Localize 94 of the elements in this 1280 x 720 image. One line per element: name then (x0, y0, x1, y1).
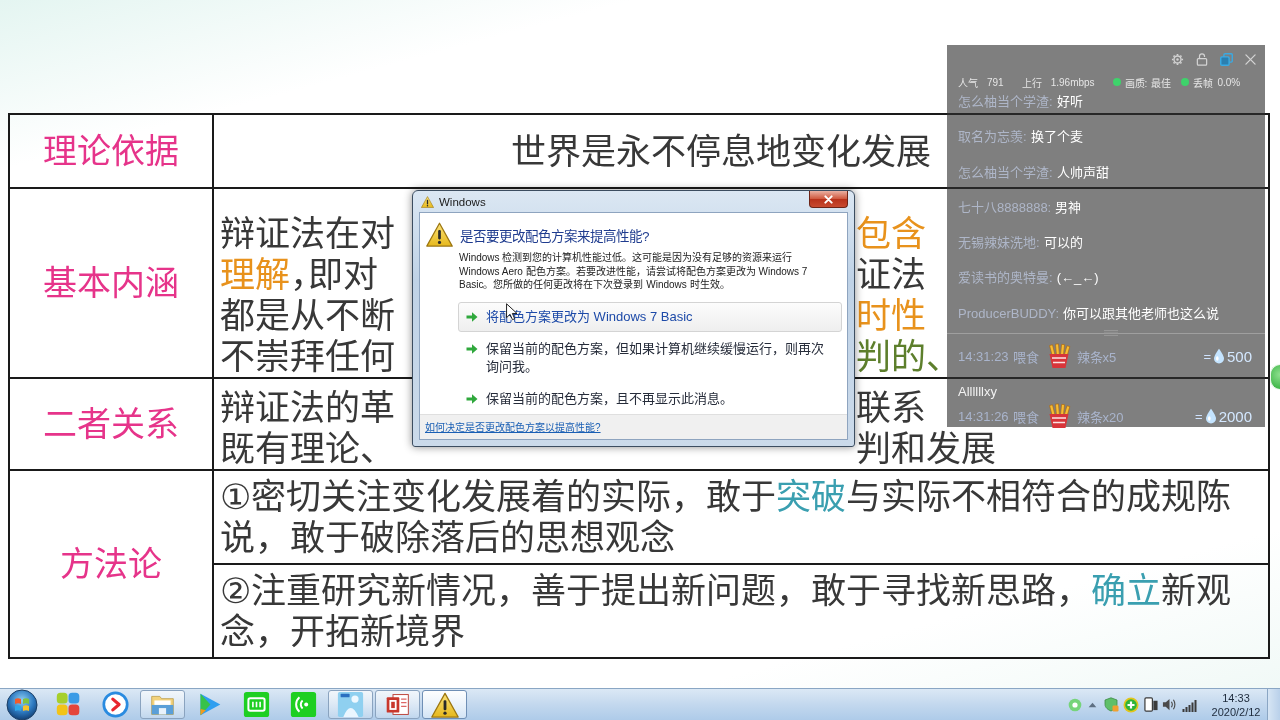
close-icon[interactable] (1245, 54, 1256, 65)
chat-username: 怎么柚当个学渣: (958, 94, 1053, 109)
taskbar-button[interactable] (422, 690, 467, 719)
row-label: 理论依据 (43, 131, 179, 171)
stat-label: 人气 (958, 76, 978, 90)
up-arrow-icon[interactable] (1088, 701, 1097, 708)
windows-orb-icon (6, 688, 38, 720)
chat-message: 你可以跟其他老师也这么说 (1063, 305, 1220, 321)
rounded-squares-icon (55, 691, 82, 718)
taskbar-button[interactable] (375, 690, 420, 719)
cell-text: 判和发展 (856, 428, 996, 469)
warning-icon (430, 691, 459, 718)
row-label: 二者关系 (43, 404, 179, 444)
gift-action: 喂食 (1012, 408, 1039, 426)
cell-text: 都是从不断 (220, 295, 395, 336)
chat-message: 换了个麦 (1030, 129, 1083, 145)
chat-username: 爱读书的奥特曼: (958, 270, 1053, 286)
cell-text: 证法 (856, 254, 926, 295)
chat-message: 可以的 (1043, 235, 1083, 251)
gift-name: 辣条x5 (1076, 348, 1117, 366)
stat-value: 最佳 (1151, 76, 1172, 90)
chat-username: ProducerBUDDY: (958, 305, 1060, 321)
row-label: 基本内涵 (43, 263, 179, 303)
show-desktop-button[interactable] (1267, 689, 1280, 720)
gift-action: 喂食 (1012, 348, 1039, 366)
stat-value: 0.0% (1217, 76, 1241, 88)
speaker-icon[interactable] (1162, 697, 1177, 712)
grip-icon[interactable] (1104, 330, 1118, 337)
ring-icon[interactable] (1067, 697, 1082, 712)
cell-text: 世界是永不停息地变化发展 (511, 130, 931, 172)
stat-label: 丢帧 (1193, 76, 1214, 90)
padlock-icon[interactable] (1196, 53, 1208, 66)
arrow-icon (466, 392, 478, 405)
stat-label: 上行 (1021, 76, 1042, 90)
chat-username: 怎么柚当个学渣: (958, 164, 1053, 180)
play-disc-icon (102, 691, 129, 718)
overlapping-squares-icon[interactable] (1220, 53, 1233, 66)
fries-icon (1046, 343, 1071, 370)
fries-icon (1046, 403, 1071, 430)
droplet-icon (1204, 408, 1217, 425)
window-title: Windows (439, 195, 486, 208)
equals-sign: = (1195, 408, 1203, 424)
warning-icon (426, 222, 453, 247)
cell-text: 判的、 (856, 336, 944, 377)
close-icon (824, 194, 833, 204)
signal-bars-icon[interactable] (1181, 697, 1197, 712)
help-link[interactable]: 如何决定是否更改配色方案以提高性能? (425, 419, 601, 435)
cell-text: 辩证法在对 (220, 213, 395, 254)
cell-text: 包含 (856, 213, 926, 254)
clock-button[interactable]: 14:33 2020/2/12 (1205, 690, 1267, 719)
taskbar-button[interactable] (140, 690, 185, 719)
gift-value: 500 (1226, 347, 1252, 365)
dialog-heading: 是否要更改配色方案来提高性能? (460, 227, 650, 245)
stat-label: 画质: (1124, 76, 1148, 90)
slides-document-icon (384, 691, 411, 718)
taskbar-button[interactable] (328, 690, 373, 719)
cell-text: 联系 (856, 387, 926, 428)
chat-message: (←_←) (1056, 270, 1099, 286)
chat-username: 无锡辣妹洗地: (958, 235, 1040, 251)
chat-username: 七十八8888888: (958, 199, 1052, 215)
device-icon[interactable] (1143, 697, 1158, 712)
cell-text: 辩证法的革 (220, 387, 395, 428)
gift-time: 14:31:26 (958, 408, 1009, 424)
arrow-icon (466, 310, 478, 323)
settings-icon[interactable] (1171, 53, 1184, 66)
dialog-message: Windows 检测到您的计算机性能过低。这可能是因为没有足够的资源来运行 Windows Aero 配色方案。若要改进性能，请尝试将配色方案更改为 Windows 7 Basic。您所做的任何更改将在下次登录到 Windows 时生效。 (459, 251, 809, 292)
gift-username: Allllllxy (958, 383, 998, 402)
tv-tile-icon (243, 691, 270, 718)
command-link[interactable]: 保留当前的配色方案，且不再显示此消息。 (458, 383, 842, 414)
shield-icon[interactable] (1103, 697, 1119, 712)
warning-icon (421, 195, 434, 208)
droplet-icon (1212, 348, 1225, 365)
chat-message: 男神 (1055, 199, 1082, 215)
chat-username: 取名为忘羡: (958, 129, 1027, 145)
cell-text: 不崇拜任何 (220, 336, 395, 377)
equals-sign: = (1203, 348, 1211, 364)
cell-text: ①密切关注变化发展着的实际，敢于突破与实际不相符合的成规陈说，敢于破除落后的思想观念 (220, 476, 1233, 558)
chat-message: 人帅声甜 (1056, 164, 1109, 180)
picture-tile-icon (337, 691, 364, 718)
chat-message: 好听 (1056, 94, 1083, 109)
cell-text: 时性 (856, 295, 926, 336)
gift-value: 2000 (1218, 407, 1252, 425)
cell-text: ②注重研究新情况，善于提出新问题，敢于寻找新思路，确立新观念，开拓新境界 (220, 570, 1233, 652)
stat-value: 791 (987, 76, 1004, 88)
cell-text: 理解，即对 (220, 254, 378, 295)
row-label: 方法论 (60, 544, 162, 584)
cell-text: 既有理论、 (220, 428, 378, 469)
close-button[interactable] (809, 191, 848, 208)
stat-value: 1.96mbps (1050, 76, 1095, 88)
gift-time: 14:31:23 (958, 348, 1009, 364)
command-link[interactable]: 保留当前的配色方案，但如果计算机继续缓慢运行，则再次询问我。 (458, 333, 842, 382)
signal-waves-icon (290, 691, 317, 718)
arrow-icon (466, 342, 478, 355)
gift-name: 辣条x20 (1076, 408, 1124, 426)
